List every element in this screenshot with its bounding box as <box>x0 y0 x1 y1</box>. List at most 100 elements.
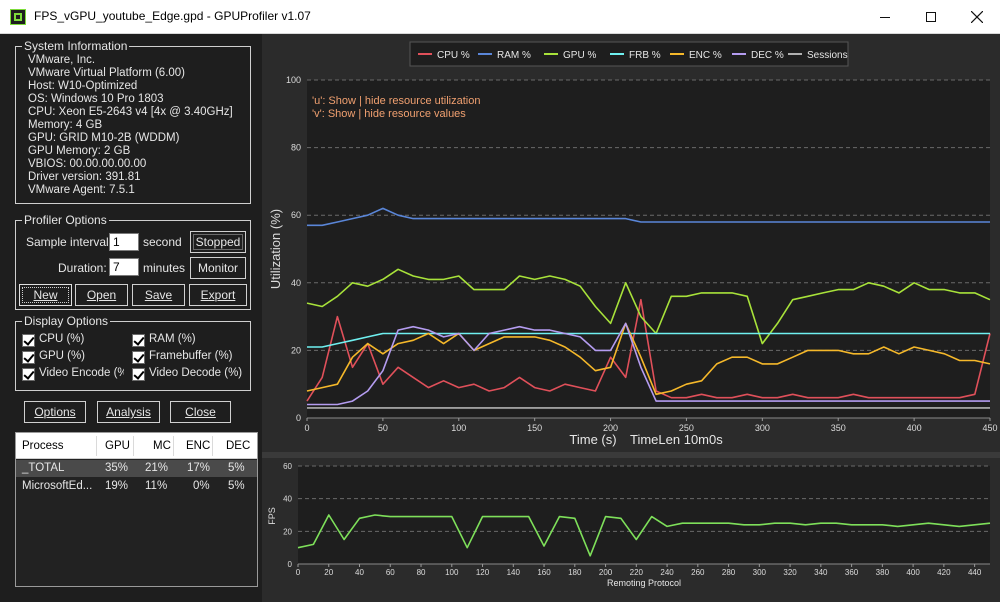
x-tick-label: 360 <box>845 568 859 577</box>
x-tick-label: 0 <box>304 423 309 433</box>
video-decode-checkbox[interactable] <box>132 368 145 381</box>
legend-item-cpu[interactable]: CPU % <box>437 50 470 61</box>
process-name: _TOTAL <box>22 462 65 474</box>
process-mc: 21% <box>145 462 169 474</box>
x-tick-label: 260 <box>691 568 705 577</box>
app-icon <box>10 9 26 25</box>
options-button-label: Options <box>34 405 76 419</box>
legend-item-enc[interactable]: ENC % <box>689 50 722 61</box>
new-button[interactable]: New <box>19 284 72 306</box>
x-tick-label: 220 <box>630 568 644 577</box>
legend-item-gpu[interactable]: GPU % <box>563 50 596 61</box>
framebuffer-checkbox-label: Framebuffer (%) <box>149 350 233 362</box>
table-row[interactable]: MicrosoftEd... 19% 11% 0% 5% <box>16 478 257 495</box>
y-tick-label: 80 <box>291 143 301 153</box>
close-window-button[interactable] <box>954 0 1000 34</box>
process-enc: 17% <box>187 462 211 474</box>
export-button-label: Export <box>200 288 236 302</box>
open-button[interactable]: Open <box>75 284 128 306</box>
display-options-group: Display Options CPU (%) RAM (%) GPU (%) … <box>15 314 251 391</box>
analysis-button-label: Analysis <box>106 405 151 419</box>
process-dec: 5% <box>228 462 245 474</box>
sysinfo-line: GPU Memory: 2 GB <box>28 145 131 157</box>
x-tick-label: 0 <box>296 568 301 577</box>
hint-values: 'v': Show | hide resource values <box>312 108 466 120</box>
x-tick-label: 450 <box>982 423 997 433</box>
process-enc: 0% <box>193 480 210 492</box>
display-options-title: Display Options <box>22 314 111 328</box>
sample-interval-input[interactable]: 1 <box>109 233 139 251</box>
open-button-label: Open <box>86 288 117 302</box>
system-information-lines: VMware, Inc. VMware Virtual Platform (6.… <box>28 54 233 197</box>
sysinfo-line: Memory: 4 GB <box>28 119 103 131</box>
process-table-header: Process GPU MC ENC DEC <box>16 433 257 459</box>
sysinfo-line: Host: W10-Optimized <box>28 80 138 92</box>
fps-plot-area <box>298 466 990 564</box>
process-dec: 5% <box>228 480 245 492</box>
save-button[interactable]: Save <box>132 284 185 306</box>
sysinfo-line: CPU: Xeon E5-2643 v4 [4x @ 3.40GHz] <box>28 106 233 118</box>
export-button[interactable]: Export <box>189 284 247 306</box>
legend-item-frb[interactable]: FRB % <box>629 50 661 61</box>
x-tick-label: 340 <box>814 568 828 577</box>
duration-unit: minutes <box>143 261 186 275</box>
options-button[interactable]: Options <box>24 401 86 423</box>
video-decode-checkbox-label: Video Decode (%) <box>149 367 243 379</box>
stopped-button[interactable]: Stopped <box>190 231 246 253</box>
analysis-button[interactable]: Analysis <box>97 401 160 423</box>
process-mc: 11% <box>145 480 168 492</box>
cpu-checkbox[interactable] <box>22 334 35 347</box>
column-header-gpu[interactable]: GPU <box>105 433 130 459</box>
legend-item-ram[interactable]: RAM % <box>497 50 531 61</box>
maximize-button[interactable] <box>908 0 954 34</box>
fps-y-axis-label: FPS <box>267 507 277 525</box>
column-header-dec[interactable]: DEC <box>226 433 250 459</box>
process-name: MicrosoftEd... <box>22 480 93 492</box>
fps-chart: 0 20 40 60 0 20 40 60 80 100 120 140 160 180 200 220 24… <box>262 458 1000 602</box>
minimize-button[interactable] <box>862 0 908 34</box>
monitor-button[interactable]: Monitor <box>190 257 246 279</box>
window-title: FPS_vGPU_youtube_Edge.gpd - GPUProfiler … <box>34 9 311 23</box>
sysinfo-line: Driver version: 391.81 <box>28 171 141 183</box>
ram-checkbox[interactable] <box>132 334 145 347</box>
close-button-label: Close <box>185 405 216 419</box>
y-tick-label: 0 <box>296 413 301 423</box>
x-tick-label: 180 <box>568 568 582 577</box>
column-header-process[interactable]: Process <box>22 433 64 459</box>
column-header-mc[interactable]: MC <box>153 433 171 459</box>
x-tick-label: 400 <box>907 423 922 433</box>
hint-utilization: 'u': Show | hide resource utilization <box>312 95 480 107</box>
sysinfo-line: OS: Windows 10 Pro 1803 <box>28 93 164 105</box>
column-header-enc[interactable]: ENC <box>186 433 210 459</box>
x-tick-label: 240 <box>660 568 674 577</box>
y-tick-label: 20 <box>283 527 292 536</box>
y-tick-label: 60 <box>283 462 292 471</box>
process-gpu: 19% <box>105 480 129 492</box>
y-tick-label: 40 <box>283 495 292 504</box>
y-tick-label: 40 <box>291 278 301 288</box>
x-tick-label: 440 <box>968 568 982 577</box>
minimize-icon <box>880 17 890 18</box>
x-tick-label: 40 <box>355 568 364 577</box>
gpu-checkbox[interactable] <box>22 351 35 364</box>
legend-item-dec[interactable]: DEC % <box>751 50 784 61</box>
close-button[interactable]: Close <box>170 401 231 423</box>
x-tick-label: 50 <box>378 423 388 433</box>
sysinfo-line: GPU: GRID M10-2B (WDDM) <box>28 132 180 144</box>
x-tick-label: 420 <box>937 568 951 577</box>
framebuffer-checkbox[interactable] <box>132 351 145 364</box>
x-tick-label: 380 <box>876 568 890 577</box>
legend-item-sessions[interactable]: Sessions <box>807 50 848 61</box>
x-tick-label: 80 <box>417 568 426 577</box>
left-panel: System Information VMware, Inc. VMware V… <box>0 34 262 602</box>
save-button-label: Save <box>144 288 173 302</box>
table-row[interactable]: _TOTAL 35% 21% 17% 5% <box>16 460 257 477</box>
timelen-label: TimeLen 10m0s <box>630 432 723 447</box>
new-button-label: New <box>33 288 58 302</box>
y-tick-label: 60 <box>291 210 301 220</box>
x-tick-label: 320 <box>783 568 797 577</box>
utilization-chart: 020406080100 0 50 100 150 200 250 300 350 400 450… <box>262 34 1000 452</box>
video-encode-checkbox[interactable] <box>22 368 35 381</box>
duration-input[interactable]: 7 <box>109 258 139 276</box>
y-tick-label: 20 <box>291 345 301 355</box>
